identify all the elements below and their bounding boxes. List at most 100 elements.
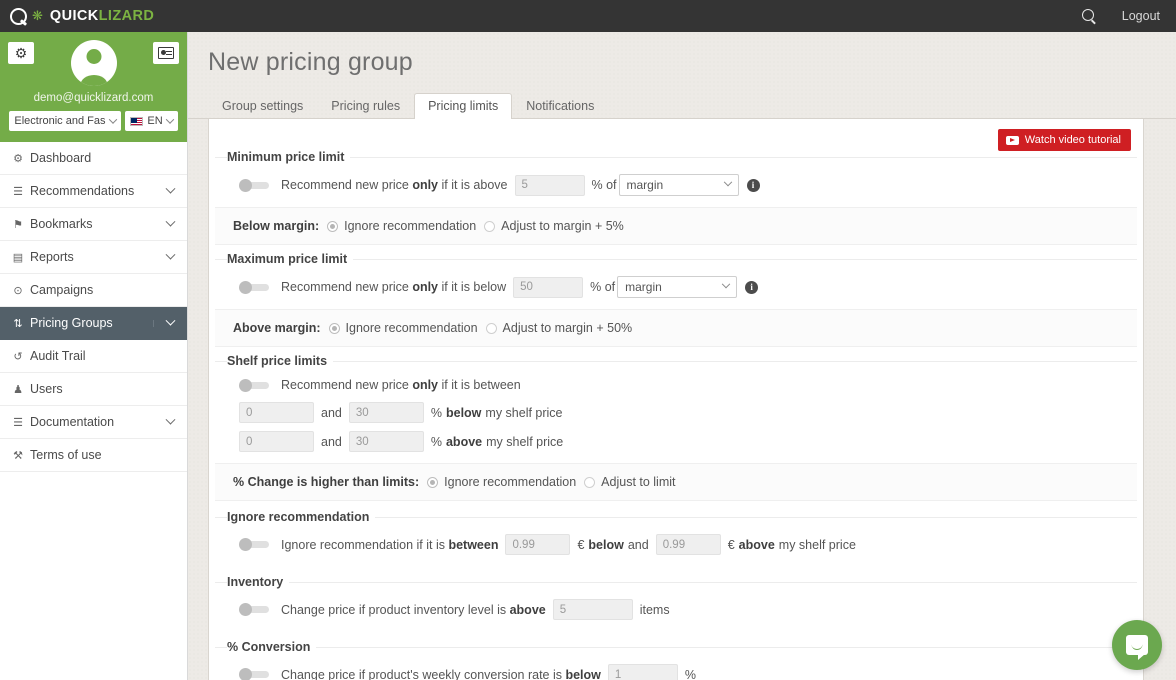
sidebar-item-reports[interactable]: ▤ Reports xyxy=(0,241,187,274)
watch-video-tutorial-button[interactable]: Watch video tutorial xyxy=(997,129,1131,151)
book-icon: ☰ xyxy=(13,416,23,429)
chevron-down-icon[interactable] xyxy=(153,414,187,426)
sidebar-item-recommendations[interactable]: ☰ Recommendations xyxy=(0,175,187,208)
section-body: Change price if product inventory level … xyxy=(227,583,1137,631)
minimum-unit-label: % of xyxy=(591,178,617,192)
shelf-above-to-input[interactable] xyxy=(348,431,424,452)
ignore-below-direction: below xyxy=(588,537,624,552)
quicklizard-logo-icon xyxy=(10,7,27,25)
sidebar-item-label: Audit Trail xyxy=(30,349,86,363)
chevron-down-icon[interactable] xyxy=(153,216,187,228)
above-margin-option-2-label: Adjust to margin + 50% xyxy=(502,321,633,335)
below-margin-radio-adjust[interactable] xyxy=(484,220,496,232)
section-legend: Maximum price limit xyxy=(227,252,354,266)
percent-change-radio-adjust[interactable] xyxy=(584,476,596,488)
minimum-limit-input[interactable] xyxy=(514,174,585,196)
inventory-text: Change price if product inventory level … xyxy=(281,603,546,617)
page-title: New pricing group xyxy=(208,48,413,76)
account-select[interactable]: Electronic and Fashio xyxy=(9,111,122,131)
conversion-text-emphasis: below xyxy=(565,667,601,680)
shelf-limit-toggle[interactable] xyxy=(239,378,269,392)
maximum-text-prefix: Recommend new price xyxy=(281,280,413,294)
minimum-limit-toggle[interactable] xyxy=(239,178,269,192)
sidebar-item-terms-of-use[interactable]: ⚒ Terms of use xyxy=(0,439,187,472)
section-body: Recommend new price only if it is betwee… xyxy=(227,362,1137,463)
chevron-down-icon xyxy=(165,115,174,124)
sidebar-item-campaigns[interactable]: ⊙ Campaigns xyxy=(0,274,187,307)
above-margin-row: Above margin: Ignore recommendation Adju… xyxy=(215,309,1137,347)
conversion-unit-label: % xyxy=(684,667,697,680)
app-logo[interactable]: ❋ QUICKLIZARD xyxy=(0,7,155,25)
conversion-toggle[interactable] xyxy=(239,668,269,680)
chevron-down-icon[interactable] xyxy=(153,315,187,327)
above-margin-radio-adjust[interactable] xyxy=(485,322,497,334)
chevron-down-icon[interactable] xyxy=(153,183,187,195)
sidebar-item-audit-trail[interactable]: ↺ Audit Trail xyxy=(0,340,187,373)
section-maximum-price-limit: Maximum price limit Recommend new price … xyxy=(215,252,1137,309)
ignore-above-currency: € xyxy=(727,537,735,552)
logo-text-lizard: LIZARD xyxy=(98,7,155,24)
minimum-text-emphasis: only xyxy=(412,178,439,192)
sidebar-item-label: Campaigns xyxy=(30,283,94,297)
ignore-recommendation-row: Ignore recommendation if it is between €… xyxy=(239,534,1137,555)
below-margin-radio-ignore[interactable] xyxy=(327,220,339,232)
inventory-toggle[interactable] xyxy=(239,603,269,616)
shelf-text-suffix: if it is between xyxy=(438,378,521,392)
conversion-rate-input[interactable] xyxy=(607,664,678,680)
section-body: Recommend new price only if it is above … xyxy=(227,158,1137,207)
section-body: Change price if product's weekly convers… xyxy=(227,648,1137,680)
shelf-above-suffix: my shelf price xyxy=(486,434,564,449)
pricing-limits-form: Minimum price limit Recommend new price … xyxy=(209,150,1143,680)
chat-launcher-button[interactable] xyxy=(1112,620,1162,670)
section-body: Recommend new price only if it is below … xyxy=(227,260,1137,309)
below-margin-option-2-label: Adjust to margin + 5% xyxy=(501,219,624,233)
minimum-basis-value: margin xyxy=(626,178,664,192)
shelf-above-from-input[interactable] xyxy=(239,431,314,452)
ignore-below-input[interactable] xyxy=(505,534,571,555)
inventory-level-input[interactable] xyxy=(552,599,633,620)
sidebar-item-pricing-groups[interactable]: ⇅ Pricing Groups xyxy=(0,307,187,340)
sidebar-item-bookmarks[interactable]: ⚑ Bookmarks xyxy=(0,208,187,241)
above-margin-radio-ignore[interactable] xyxy=(328,322,340,334)
sidebar-item-dashboard[interactable]: ⚙ Dashboard xyxy=(0,142,187,175)
chevron-down-icon[interactable] xyxy=(153,249,187,261)
shelf-below-from-input[interactable] xyxy=(239,402,314,423)
id-card-icon xyxy=(158,47,174,59)
account-card-button[interactable] xyxy=(153,42,179,64)
dashboard-icon: ⚙ xyxy=(13,152,23,165)
settings-button[interactable]: ⚙ xyxy=(8,42,34,64)
tab-pricing-limits[interactable]: Pricing limits xyxy=(414,93,513,119)
info-icon[interactable]: i xyxy=(746,178,760,192)
inventory-text-emphasis: above xyxy=(509,602,546,617)
sidebar-item-label: Terms of use xyxy=(30,448,102,462)
tab-group-settings[interactable]: Group settings xyxy=(208,93,317,119)
section-inventory: Inventory Change price if product invent… xyxy=(215,575,1137,631)
shelf-below-to-input[interactable] xyxy=(348,402,424,423)
shelf-text-prefix: Recommend new price xyxy=(281,378,413,392)
maximum-limit-input[interactable] xyxy=(513,276,584,298)
logout-button[interactable]: Logout xyxy=(1122,9,1160,23)
sidebar: ⚙ demo@quicklizard.com Electronic and Fa… xyxy=(0,32,188,680)
shelf-above-direction: above xyxy=(445,434,483,449)
ignore-recommendation-toggle[interactable] xyxy=(239,538,269,551)
pricing-groups-icon: ⇅ xyxy=(13,317,23,330)
percent-change-option-2-label: Adjust to limit xyxy=(601,475,676,489)
shelf-above-unit: % above my shelf price xyxy=(431,435,563,449)
ignore-above-input[interactable] xyxy=(655,534,721,555)
info-icon[interactable]: i xyxy=(745,280,759,294)
sidebar-item-users[interactable]: ♟ Users xyxy=(0,373,187,406)
maximum-limit-toggle[interactable] xyxy=(239,280,269,294)
search-icon[interactable] xyxy=(1081,9,1096,23)
shelf-limit-text: Recommend new price only if it is betwee… xyxy=(281,378,521,392)
percent-change-radio-ignore[interactable] xyxy=(427,476,439,488)
history-icon: ↺ xyxy=(13,350,23,363)
below-margin-option-1-label: Ignore recommendation xyxy=(344,219,477,233)
ignore-and-label: and xyxy=(627,537,649,552)
tab-pricing-rules[interactable]: Pricing rules xyxy=(317,93,414,119)
tab-notifications[interactable]: Notifications xyxy=(512,93,608,119)
minimum-basis-select[interactable]: margin xyxy=(618,174,739,196)
sidebar-item-documentation[interactable]: ☰ Documentation xyxy=(0,406,187,439)
maximum-basis-select[interactable]: margin xyxy=(617,276,738,298)
logo-text-quick: QUICK xyxy=(49,7,99,24)
language-select[interactable]: EN xyxy=(125,111,178,131)
